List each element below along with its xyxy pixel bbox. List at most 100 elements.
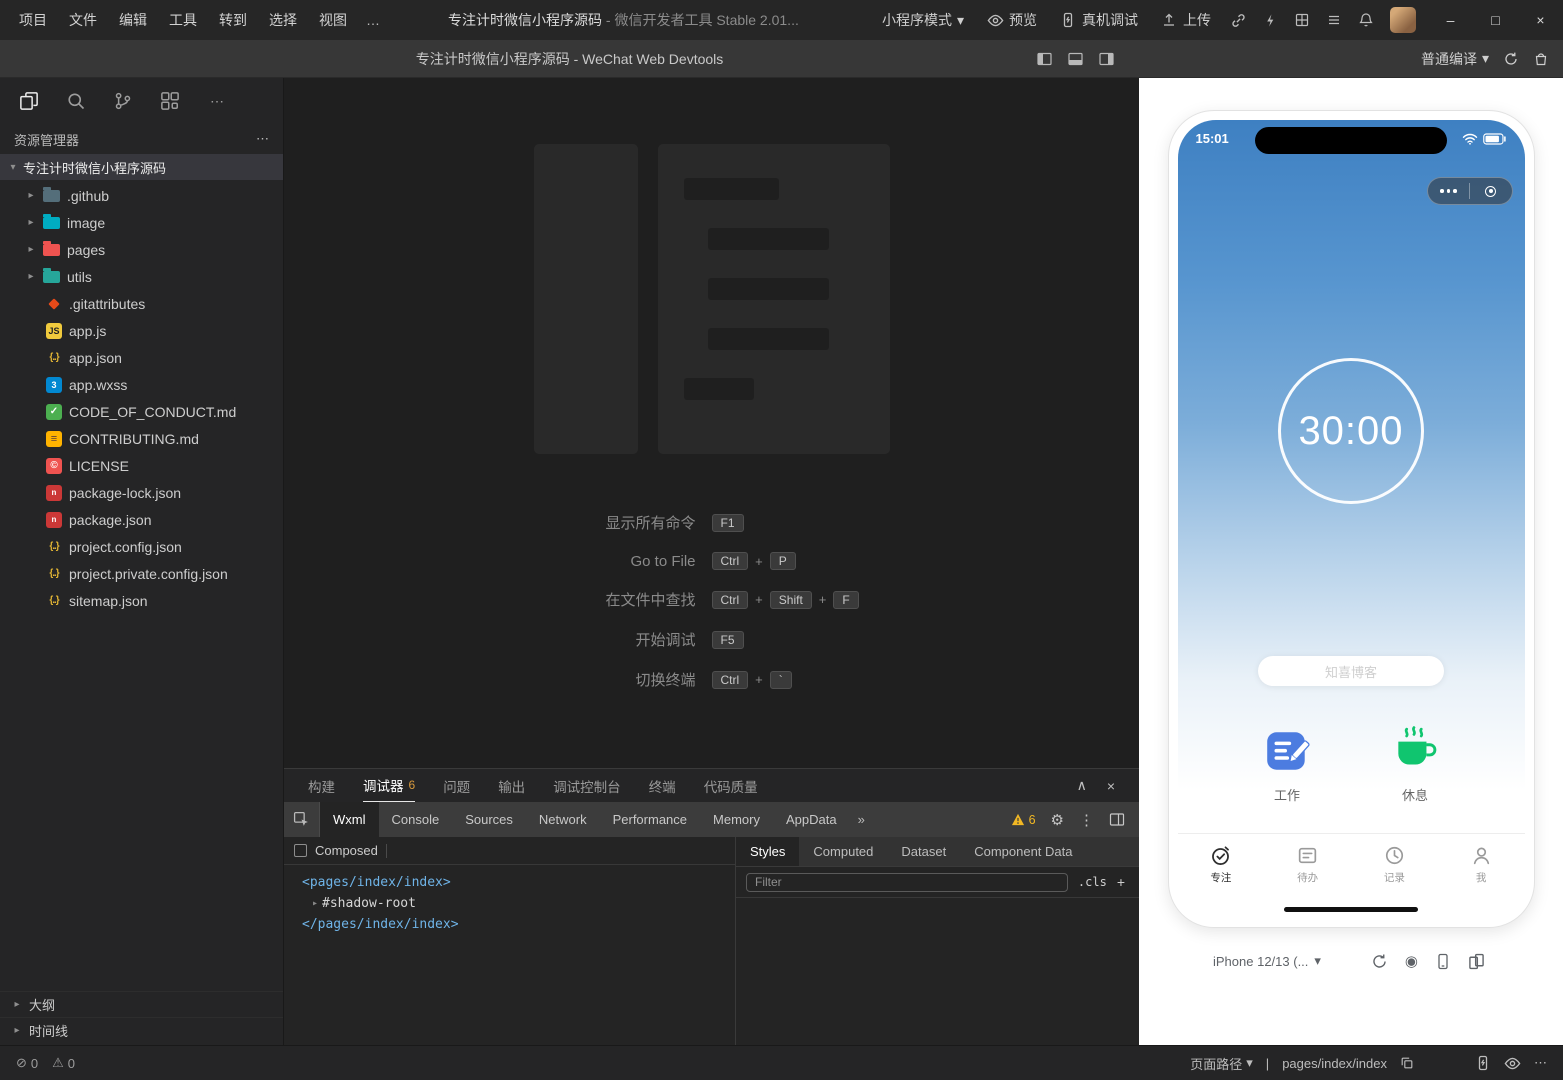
tree-file-project-private-config[interactable]: {..} project.private.config.json	[0, 560, 283, 587]
tree-file-contributing[interactable]: ≡ CONTRIBUTING.md	[0, 425, 283, 452]
tab-output[interactable]: 输出	[498, 769, 525, 802]
tab-todo[interactable]: 待办	[1264, 834, 1351, 895]
explorer-more-icon[interactable]: ⋯	[256, 131, 269, 147]
twisty-icon[interactable]: ▸	[26, 190, 36, 201]
panel-right-toggle-icon[interactable]	[1098, 51, 1115, 67]
clear-cache-icon[interactable]	[1533, 51, 1549, 67]
menu-edit[interactable]: 编辑	[108, 5, 158, 35]
new-style-rule-icon[interactable]: +	[1117, 874, 1129, 890]
devtools-tab-appdata[interactable]: AppData	[773, 802, 850, 837]
menu-list-icon[interactable]	[1320, 6, 1348, 34]
twisty-open-icon[interactable]: ▾	[8, 162, 18, 173]
devtools-tab-wxml[interactable]: Wxml	[320, 802, 379, 837]
collapse-panel-icon[interactable]: ∧	[1077, 777, 1087, 794]
tree-file-app-json[interactable]: {..} app.json	[0, 344, 283, 371]
avatar[interactable]	[1390, 7, 1416, 33]
more-icon[interactable]: ⋯	[200, 84, 234, 118]
twisty-icon[interactable]: ▸	[26, 244, 36, 255]
git-branch-icon[interactable]	[106, 84, 140, 118]
tree-folder-image[interactable]: ▸ image	[0, 209, 283, 236]
tree-folder-pages[interactable]: ▸ pages	[0, 236, 283, 263]
tree-file-gitattributes[interactable]: .gitattributes	[0, 290, 283, 317]
filter-input[interactable]	[746, 872, 1068, 892]
twisty-icon[interactable]: ▸	[12, 1025, 22, 1036]
wxml-open-tag[interactable]: <pages/index/index>	[302, 872, 735, 893]
tree-root[interactable]: ▾ 专注计时微信小程序源码	[0, 154, 283, 180]
preview-button[interactable]: 预览	[977, 5, 1046, 35]
menu-file[interactable]: 文件	[58, 5, 108, 35]
twisty-icon[interactable]: ▸	[26, 217, 36, 228]
menu-tools[interactable]: 工具	[158, 5, 208, 35]
timer-circle[interactable]: 30:00	[1278, 358, 1424, 504]
maximize-button[interactable]: □	[1473, 0, 1518, 40]
remote-debug-status-icon[interactable]	[1475, 1055, 1491, 1071]
minimize-button[interactable]: –	[1428, 0, 1473, 40]
tab-debug-console[interactable]: 调试控制台	[553, 769, 621, 802]
tab-records[interactable]: 记录	[1351, 834, 1438, 895]
page-path-select[interactable]: 页面路径 ▾	[1190, 1054, 1253, 1073]
refresh-icon[interactable]	[1503, 51, 1519, 67]
tab-styles[interactable]: Styles	[736, 837, 800, 866]
devtools-tab-sources[interactable]: Sources	[452, 802, 526, 837]
dock-side-icon[interactable]	[1109, 812, 1125, 827]
twisty-icon[interactable]: ▸	[26, 271, 36, 282]
tab-computed[interactable]: Computed	[799, 837, 887, 866]
tab-component-data[interactable]: Component Data	[960, 837, 1086, 866]
devtools-tab-network[interactable]: Network	[526, 802, 600, 837]
remote-debug-button[interactable]: 真机调试	[1050, 5, 1147, 35]
capsule-more-icon[interactable]	[1428, 189, 1470, 193]
tab-code-quality[interactable]: 代码质量	[704, 769, 758, 802]
toggle-class-button[interactable]: .cls	[1078, 875, 1107, 889]
mode-select[interactable]: 小程序模式 ▾	[873, 5, 973, 35]
window-panels-icon[interactable]	[153, 84, 187, 118]
tab-debugger[interactable]: 调试器 6	[363, 769, 416, 802]
devtools-tab-console[interactable]: Console	[379, 802, 453, 837]
multi-device-icon[interactable]	[1468, 953, 1485, 970]
timeline-section[interactable]: ▸ 时间线	[0, 1017, 283, 1043]
shadow-root-line[interactable]: ▸ #shadow-root	[302, 893, 735, 914]
capsule-close-icon[interactable]	[1470, 185, 1512, 197]
warnings-badge[interactable]: 6	[1011, 813, 1036, 827]
problems-summary[interactable]: ⊘ 0 ⚠ 0	[0, 1055, 75, 1071]
close-panel-icon[interactable]: ×	[1107, 778, 1115, 794]
tab-problems[interactable]: 问题	[443, 769, 470, 802]
tree-file-package-json[interactable]: n package.json	[0, 506, 283, 533]
menu-goto[interactable]: 转到	[208, 5, 258, 35]
more-tabs-icon[interactable]: »	[850, 802, 873, 837]
menu-overflow-icon[interactable]: …	[358, 7, 388, 33]
tab-me[interactable]: 我	[1438, 834, 1525, 895]
panel-bottom-toggle-icon[interactable]	[1067, 51, 1084, 67]
tree-folder-utils[interactable]: ▸ utils	[0, 263, 283, 290]
panel-left-toggle-icon[interactable]	[1036, 51, 1053, 67]
wxml-close-tag[interactable]: </pages/index/index>	[302, 914, 735, 935]
tree-file-license[interactable]: © LICENSE	[0, 452, 283, 479]
more-status-icon[interactable]: ⋯	[1534, 1055, 1547, 1071]
close-button[interactable]: ×	[1518, 0, 1563, 40]
kebab-menu-icon[interactable]: ⋮	[1079, 811, 1094, 829]
tree-file-app-wxss[interactable]: 3 app.wxss	[0, 371, 283, 398]
tree-file-project-config[interactable]: {..} project.config.json	[0, 533, 283, 560]
compile-mode-select[interactable]: 普通编译 ▾	[1421, 49, 1489, 69]
tab-build[interactable]: 构建	[308, 769, 335, 802]
explorer-icon[interactable]	[12, 84, 46, 118]
tree-folder-github[interactable]: ▸ .github	[0, 182, 283, 209]
tree-file-code-of-conduct[interactable]: ✓ CODE_OF_CONDUCT.md	[0, 398, 283, 425]
phone-view-icon[interactable]	[1435, 953, 1451, 970]
tab-terminal[interactable]: 终端	[649, 769, 676, 802]
inspect-element-icon[interactable]	[284, 802, 320, 837]
menu-view[interactable]: 视图	[308, 5, 358, 35]
gear-icon[interactable]: ⚙	[1051, 811, 1064, 829]
wxml-code[interactable]: <pages/index/index> ▸ #shadow-root </pag…	[284, 865, 735, 935]
eye-status-icon[interactable]	[1504, 1055, 1521, 1072]
copy-path-icon[interactable]	[1400, 1056, 1414, 1070]
menu-select[interactable]: 选择	[258, 5, 308, 35]
composed-checkbox[interactable]	[294, 844, 307, 857]
record-icon[interactable]: ◉	[1405, 952, 1418, 970]
devtools-tab-performance[interactable]: Performance	[600, 802, 700, 837]
devtools-tab-memory[interactable]: Memory	[700, 802, 773, 837]
twisty-icon[interactable]: ▸	[12, 999, 22, 1010]
tree-file-app-js[interactable]: JS app.js	[0, 317, 283, 344]
link-icon[interactable]	[1224, 6, 1252, 34]
device-select[interactable]: iPhone 12/13 (... ▾	[1213, 953, 1321, 969]
tab-dataset[interactable]: Dataset	[887, 837, 960, 866]
